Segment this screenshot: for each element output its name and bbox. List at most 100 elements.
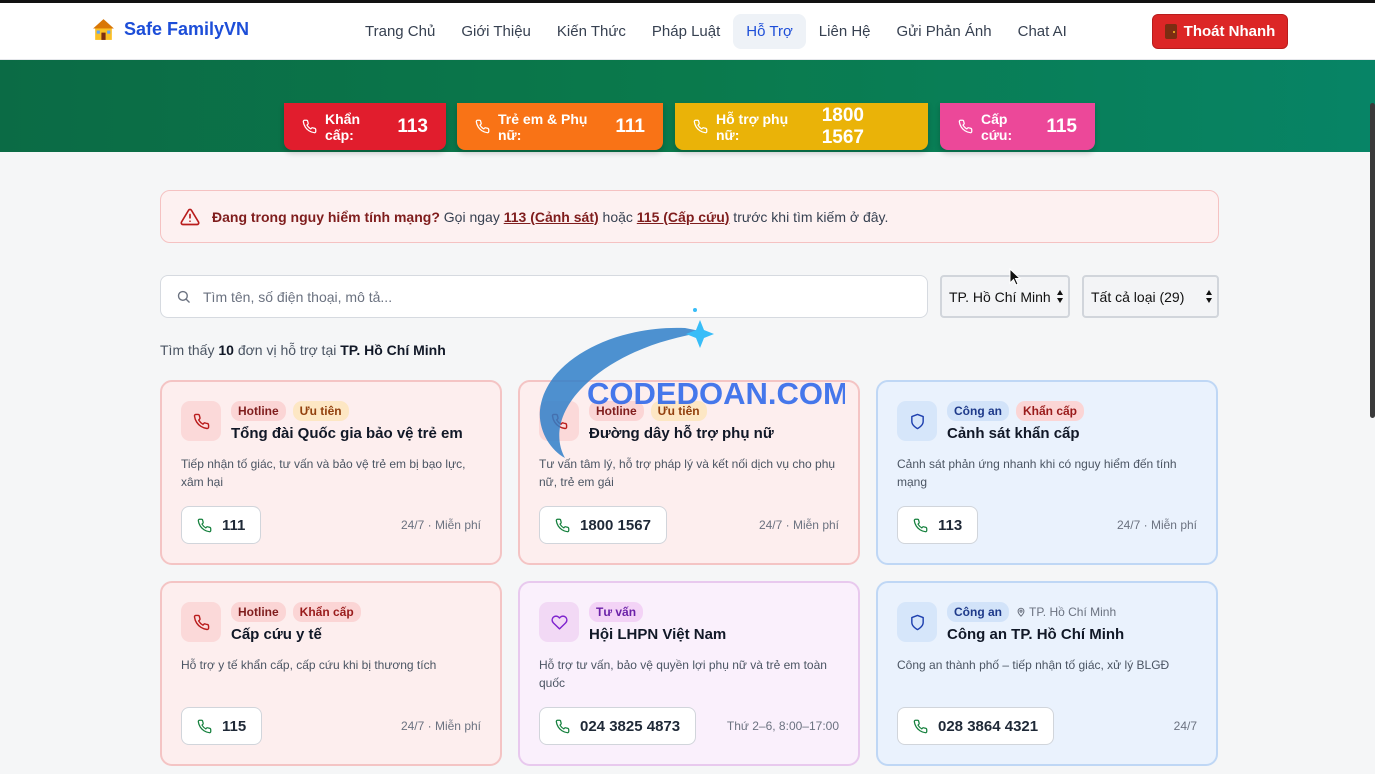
card-description: Công an thành phố – tiếp nhận tố giác, x… (897, 658, 1170, 672)
navbar: Safe FamilyVN Trang Chủ Giới Thiệu Kiến … (0, 3, 1375, 60)
phone-icon (302, 119, 317, 134)
card-icon-box (897, 602, 937, 642)
support-card[interactable]: Hotline Ưu tiên Tổng đài Quốc gia bảo vệ… (160, 380, 502, 565)
brand-name: Safe FamilyVN (124, 19, 250, 39)
menu-item-about[interactable]: Giới Thiệu (448, 14, 544, 49)
search-icon (177, 290, 190, 303)
alert-text-part: trước khi tìm kiếm ở đây. (729, 208, 889, 225)
result-number: 10 (218, 342, 234, 358)
card-tags: Hotline Ưu tiên (231, 401, 349, 421)
tag-emergency: Khẩn cấp (292, 602, 361, 622)
card-availability: 24/7 · Miễn phí (400, 719, 481, 733)
call-number: 111 (222, 516, 246, 534)
call-button[interactable]: 1800 1567 (539, 506, 667, 544)
card-icon-box (181, 602, 221, 642)
menu-item-chat-ai[interactable]: Chat AI (1005, 14, 1080, 49)
mouse-cursor-icon (1009, 268, 1021, 286)
tag-hotline: Hotline (231, 602, 286, 622)
menu-item-home[interactable]: Trang Chủ (352, 14, 448, 49)
menu-item-contact[interactable]: Liên Hệ (806, 14, 884, 49)
card-title: Cảnh sát khẩn cấp (947, 425, 1080, 442)
window-top-edge (0, 0, 1375, 3)
phone-icon (555, 719, 570, 733)
police-link[interactable]: 113 (Cảnh sát) (504, 209, 599, 225)
hotline-label: Cấp cứu: (981, 110, 1013, 143)
phone-icon (193, 614, 209, 630)
support-card[interactable]: Công an TP. Hồ Chí Minh Công an TP. Hồ C… (876, 581, 1218, 766)
hotline-label: Trẻ em & Phụ nữ: (498, 110, 588, 143)
menu-item-knowledge[interactable]: Kiến Thức (544, 14, 639, 49)
call-button[interactable]: 115 (181, 707, 263, 745)
card-availability: 24/7 · Miễn phí (400, 518, 481, 532)
card-description: Cảnh sát phản ứng nhanh khi có nguy hiểm… (897, 457, 1177, 489)
call-number: 115 (222, 717, 247, 735)
menu-item-report[interactable]: Gửi Phản Ánh (884, 14, 1005, 49)
phone-icon (913, 518, 928, 532)
city-select[interactable]: TP. Hồ Chí Minh (940, 275, 1070, 318)
call-number: 024 3825 4873 (580, 717, 681, 735)
support-card[interactable]: Hotline Ưu tiên Đường dây hỗ trợ phụ nữ … (518, 380, 860, 565)
hotline-number: 113 (397, 115, 428, 137)
tag-priority: Ưu tiên (292, 401, 349, 421)
tag-police: Công an (947, 401, 1009, 421)
tag-hotline: Hotline (589, 401, 644, 421)
call-button[interactable]: 113 (897, 506, 979, 544)
card-title: Hội LHPN Việt Nam (589, 626, 727, 643)
door-icon (1164, 24, 1177, 39)
call-number: 028 3864 4321 (938, 717, 1039, 735)
heart-icon (550, 614, 568, 630)
search-box (160, 275, 928, 318)
card-description: Hỗ trợ y tế khẩn cấp, cấp cứu khi bị thư… (181, 658, 437, 672)
warning-triangle-icon (180, 208, 200, 225)
tag-hotline: Hotline (231, 401, 286, 421)
card-description: Hỗ trợ tư vấn, bảo vệ quyền lợi phụ nữ v… (539, 658, 827, 690)
hotline-label: Khẩn cấp: (325, 110, 360, 143)
phone-icon (551, 413, 567, 429)
card-tags: Tư vấn (589, 602, 644, 622)
call-button[interactable]: 111 (181, 506, 262, 544)
alert-text-part: hoặc (598, 208, 637, 225)
call-button[interactable]: 024 3825 4873 (539, 707, 697, 745)
result-middle: đơn vị hỗ trợ tại (233, 342, 341, 358)
phone-icon (197, 518, 212, 532)
hotline-pill-emergency[interactable]: Khẩn cấp: 113 (284, 103, 446, 150)
phone-icon (958, 119, 973, 134)
support-card[interactable]: Hotline Khẩn cấp Cấp cứu y tế Hỗ trợ y t… (160, 581, 502, 766)
phone-icon (193, 413, 209, 429)
result-count: Tìm thấy 10 đơn vị hỗ trợ tại TP. Hồ Chí… (160, 342, 446, 358)
menu-item-support[interactable]: Hỗ Trợ (733, 14, 806, 49)
tag-advice: Tư vấn (589, 602, 644, 622)
card-tags: Công an Khẩn cấp (947, 401, 1085, 421)
menu-item-law[interactable]: Pháp Luật (639, 14, 733, 49)
city-select-value: TP. Hồ Chí Minh (949, 288, 1051, 305)
support-card[interactable]: Công an Khẩn cấp Cảnh sát khẩn cấp Cảnh … (876, 380, 1218, 565)
card-description: Tư vấn tâm lý, hỗ trợ pháp lý và kết nối… (539, 457, 836, 489)
hotline-pill-ambulance[interactable]: Cấp cứu: 115 (940, 103, 1095, 150)
phone-icon (475, 119, 490, 134)
card-icon-box (539, 602, 579, 642)
call-button[interactable]: 028 3864 4321 (897, 707, 1055, 745)
search-input[interactable] (203, 288, 903, 305)
page-scrollbar[interactable] (1370, 103, 1375, 418)
card-availability: 24/7 · Miễn phí (758, 518, 839, 532)
hotline-pill-children-women[interactable]: Trẻ em & Phụ nữ: 111 (457, 103, 663, 150)
main-menu: Trang Chủ Giới Thiệu Kiến Thức Pháp Luật… (352, 14, 1080, 49)
type-select[interactable]: Tất cả loại (29) (1082, 275, 1219, 318)
phone-icon (693, 119, 708, 134)
call-number: 113 (938, 516, 963, 534)
pin-icon (1017, 607, 1025, 617)
tag-priority: Ưu tiên (650, 401, 707, 421)
card-title: Cấp cứu y tế (231, 626, 322, 643)
hotline-number: 115 (1046, 115, 1077, 137)
card-tags: Công an TP. Hồ Chí Minh (947, 602, 1116, 622)
card-title: Công an TP. Hồ Chí Minh (947, 626, 1125, 643)
brand-logo[interactable]: Safe FamilyVN (91, 17, 249, 42)
hotline-pill-women-support[interactable]: Hỗ trợ phụ nữ: 1800 1567 (675, 103, 928, 150)
phone-icon (197, 719, 212, 733)
card-title: Tổng đài Quốc gia bảo vệ trẻ em (231, 425, 463, 442)
card-availability: 24/7 (1173, 719, 1197, 733)
call-number: 1800 1567 (580, 516, 651, 534)
quick-exit-button[interactable]: Thoát Nhanh (1152, 14, 1288, 49)
ambulance-link[interactable]: 115 (Cấp cứu) (637, 209, 730, 225)
support-card[interactable]: Tư vấn Hội LHPN Việt Nam Hỗ trợ tư vấn, … (518, 581, 860, 766)
